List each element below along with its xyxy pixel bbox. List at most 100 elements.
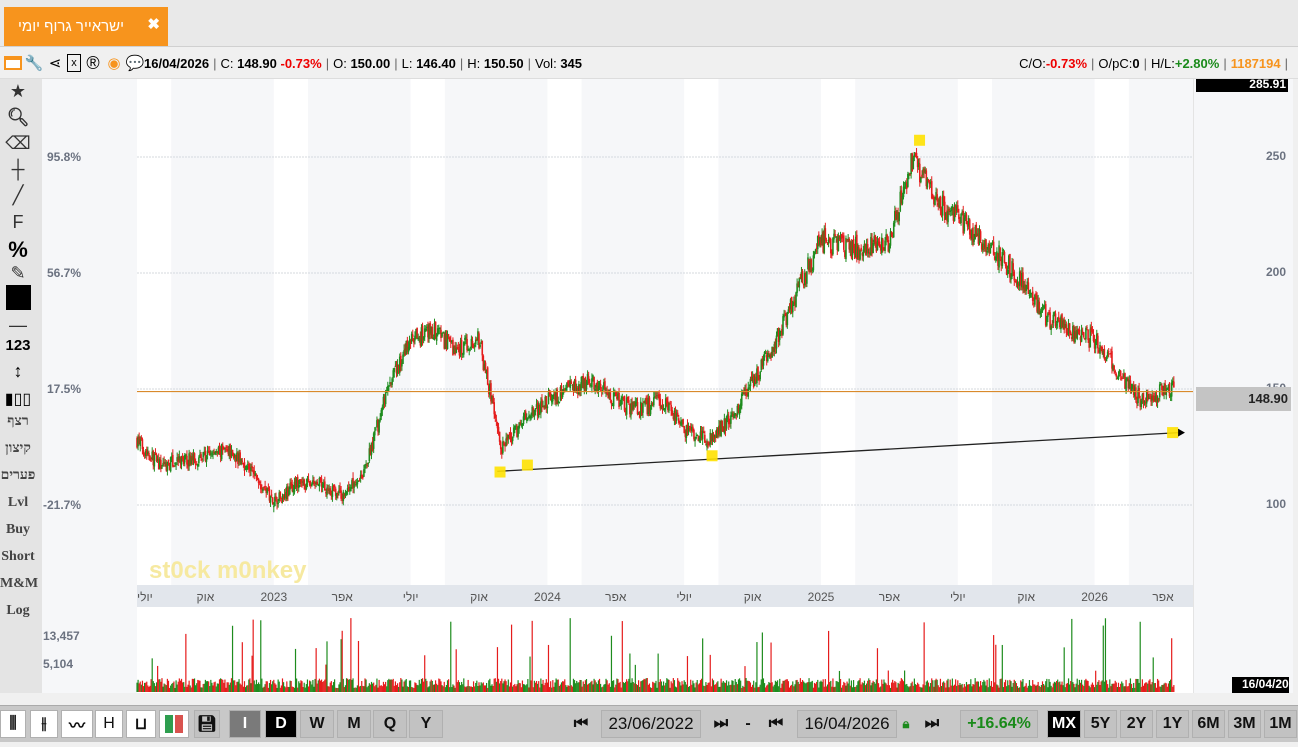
volume-bar (1170, 679, 1172, 692)
range-1m[interactable]: 1M (1264, 710, 1297, 738)
volume-bar (704, 686, 706, 692)
buy-tool[interactable]: Buy (0, 522, 36, 538)
volume-bar (1054, 682, 1057, 692)
comment-icon[interactable]: 💬 (126, 54, 145, 72)
ohlc-type-icon[interactable]: ⫲ (30, 710, 58, 738)
first-back-icon[interactable]: ⏮ (563, 710, 599, 738)
volume-bar (1146, 682, 1148, 692)
volume-bar (703, 685, 705, 692)
range-6m[interactable]: 6M (1192, 710, 1225, 738)
chart-area[interactable]: יולי אוק 2023 אפר יולי אוק 2024 אפר יולי אוק 2025 א… (42, 79, 1293, 693)
candles-icon[interactable]: ▮▯▯ (0, 389, 36, 409)
volume-bar (859, 678, 861, 692)
volume-bar (937, 685, 939, 692)
volume-bar (1069, 684, 1071, 692)
log-tool[interactable]: Log (0, 603, 36, 619)
from-date[interactable]: 23/06/2022 (601, 710, 701, 738)
kitzun-tool[interactable]: קיצון (0, 441, 36, 457)
volume-bar (444, 687, 446, 692)
open-value: 150.00 (350, 55, 391, 71)
wrench-icon[interactable]: 🔧 (25, 54, 44, 72)
interval-weekly[interactable]: W (300, 710, 334, 738)
share-icon[interactable]: ⋖ (46, 54, 64, 72)
volume-bar (831, 686, 833, 692)
mm-tool[interactable]: M&M (0, 576, 38, 592)
volume-bar (957, 680, 959, 692)
volume-bar (451, 687, 453, 692)
volume-bar (1026, 687, 1028, 692)
window-icon[interactable] (4, 54, 22, 72)
volume-bar (724, 682, 727, 692)
heikin-type-icon[interactable]: H (95, 710, 123, 738)
interval-daily[interactable]: D (265, 710, 297, 738)
volume-bar (686, 656, 689, 692)
fibonacci-tool[interactable]: F (0, 212, 36, 233)
volume-bar (225, 687, 227, 692)
volume-bar (795, 680, 797, 692)
pivot-marker (706, 450, 718, 462)
eraser-icon[interactable]: ⌫ (0, 133, 36, 154)
save-icon[interactable]: 💾︎ (194, 710, 220, 738)
range-3m[interactable]: 3M (1228, 710, 1261, 738)
interval-intraday[interactable]: I (229, 710, 261, 738)
interval-quarterly[interactable]: Q (373, 710, 407, 738)
vertical-arrow-icon[interactable]: ↕ (0, 361, 36, 382)
color-picker[interactable] (0, 285, 36, 315)
line-type-icon[interactable]: 〰 (61, 710, 93, 738)
volume-bar (907, 686, 909, 692)
registered-icon[interactable]: ® (84, 53, 102, 73)
price-chart[interactable]: יולי אוק 2023 אפר יולי אוק 2024 אפר יולי אוק 2025 א… (42, 79, 1293, 693)
volume-bar (415, 683, 417, 692)
line-tool-icon[interactable]: ╱ (0, 185, 36, 206)
percent-tool[interactable]: % (0, 237, 36, 263)
volume-bar (779, 678, 781, 692)
volume-bar (191, 678, 193, 692)
volume-bar (1085, 678, 1087, 692)
lock-icon[interactable]: 🔒︎ (899, 710, 913, 738)
line-width-icon[interactable]: — (0, 315, 36, 336)
excel-icon[interactable]: x (67, 54, 81, 72)
close-tab-icon[interactable]: ✖ (147, 15, 160, 33)
volume-bar (530, 680, 532, 692)
candle (845, 235, 847, 263)
color-bars-icon[interactable] (159, 710, 189, 738)
volume-bar (173, 681, 175, 692)
time-tick: 2026 (1081, 590, 1108, 604)
gaps-tool[interactable]: פערים (0, 468, 36, 484)
high-label: H: (467, 55, 481, 71)
volume-bar (940, 686, 943, 692)
to-date[interactable]: 16/04/2026 (797, 710, 897, 738)
star-icon[interactable]: ★ (0, 81, 36, 102)
time-tick: אוק (197, 590, 215, 604)
target-icon[interactable]: ◉ (105, 54, 123, 72)
interval-monthly[interactable]: M (337, 710, 371, 738)
range-1y[interactable]: 1Y (1156, 710, 1189, 738)
short-tool[interactable]: Short (0, 549, 36, 565)
to-back-icon[interactable]: ⏮ (758, 710, 794, 738)
candle (511, 436, 514, 445)
range-2y[interactable]: 2Y (1120, 710, 1153, 738)
volume-bar (1001, 644, 1003, 692)
edit-icon[interactable]: ✎ (0, 263, 36, 284)
range-5y[interactable]: 5Y (1084, 710, 1117, 738)
crosshair-icon[interactable]: ┼ (0, 159, 36, 180)
zoom-icon[interactable]: 🔍︎ (0, 107, 36, 128)
candlestick-type-icon[interactable]: ⫼ (0, 710, 26, 738)
volume-bar (186, 686, 188, 692)
rezef-tool[interactable]: רצף (0, 414, 36, 430)
to-forward-icon[interactable]: ⏭ (914, 710, 950, 738)
volume-bar (758, 686, 760, 692)
measure-tool[interactable]: 123 (0, 337, 36, 354)
tab-chart[interactable]: ישראייר גרוף יומי ✖ (4, 7, 168, 46)
volume-bar (716, 682, 718, 692)
lvl-tool[interactable]: Lvl (0, 495, 36, 511)
volume-bar (644, 679, 646, 692)
range-mx[interactable]: MX (1047, 710, 1081, 738)
bar-type-icon[interactable]: ⊔ (126, 710, 156, 738)
volume-bar (927, 682, 930, 692)
interval-yearly[interactable]: Y (409, 710, 443, 738)
volume-bar (454, 687, 456, 692)
from-forward-icon[interactable]: ⏭ (703, 710, 739, 738)
volume-bar (1117, 682, 1120, 692)
volume-bar (424, 655, 426, 692)
